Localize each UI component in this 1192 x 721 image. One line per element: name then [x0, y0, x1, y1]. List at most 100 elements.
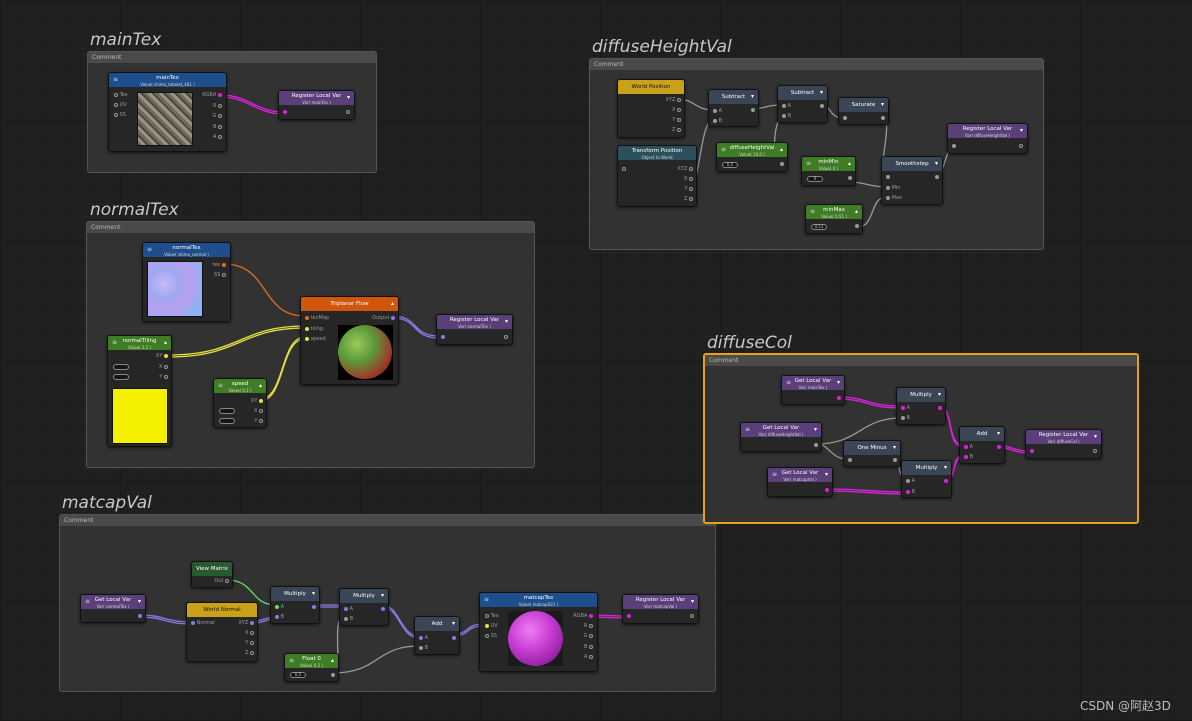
- node-saturate[interactable]: Saturate ▾: [838, 97, 889, 125]
- value-field[interactable]: 0,51: [811, 224, 827, 230]
- port-pin-icon[interactable]: [485, 633, 489, 638]
- input-port-max[interactable]: Max: [886, 195, 902, 201]
- port-pin-icon[interactable]: [1093, 448, 1097, 453]
- output-port[interactable]: [452, 635, 456, 641]
- port-pin-icon[interactable]: [164, 364, 168, 369]
- node-header[interactable]: ≡ Get Local Var Var( matcapVal ) ▾: [768, 468, 832, 482]
- node-header[interactable]: ≡ minMin Value( 0 ) ▴: [802, 157, 855, 171]
- dropdown-arrow-icon[interactable]: ▾: [452, 620, 455, 628]
- node-header[interactable]: ≡ Get Local Var Var( normalTex ) ▾: [81, 595, 145, 609]
- output-port-y[interactable]: Y: [684, 186, 693, 192]
- port-pin-icon[interactable]: [259, 408, 263, 413]
- output-port[interactable]: [1019, 143, 1023, 149]
- input-port-ss[interactable]: SS: [114, 112, 126, 118]
- dropdown-arrow-icon[interactable]: ▾: [138, 598, 141, 606]
- input-port-min[interactable]: Min: [886, 185, 900, 191]
- port-pin-icon[interactable]: [893, 457, 897, 462]
- node-header[interactable]: Subtract ▾: [709, 90, 758, 104]
- port-pin-icon[interactable]: [344, 616, 348, 621]
- dropdown-arrow-icon[interactable]: ▾: [820, 89, 823, 97]
- output-port-x[interactable]: X: [159, 364, 168, 370]
- port-pin-icon[interactable]: [419, 635, 423, 640]
- output-port[interactable]: [837, 395, 841, 401]
- input-port-a[interactable]: A: [964, 444, 973, 450]
- port-pin-icon[interactable]: [713, 118, 717, 123]
- port-pin-icon[interactable]: [441, 334, 445, 339]
- port-pin-icon[interactable]: [312, 604, 316, 609]
- port-pin-icon[interactable]: [677, 97, 681, 102]
- node-add-diffusecol[interactable]: Add ▾ A B: [959, 426, 1005, 464]
- output-port-b[interactable]: B: [584, 644, 593, 650]
- port-pin-icon[interactable]: [689, 196, 693, 201]
- output-port[interactable]: [825, 487, 829, 493]
- output-port[interactable]: [504, 334, 508, 340]
- output-port-xyz[interactable]: XYZ: [678, 166, 693, 172]
- port-pin-icon[interactable]: [780, 161, 784, 166]
- port-pin-icon[interactable]: [677, 117, 681, 122]
- value-field-x[interactable]: [219, 408, 235, 414]
- output-port-rgba[interactable]: RGBA: [202, 92, 222, 98]
- port-pin-icon[interactable]: [886, 185, 890, 190]
- collapse-arrow-icon[interactable]: ▴: [331, 657, 334, 665]
- input-port-uv[interactable]: UV: [114, 102, 127, 108]
- node-header[interactable]: Multiply ▾: [340, 589, 388, 603]
- input-port-b[interactable]: B: [964, 454, 973, 460]
- output-port-a[interactable]: A: [584, 654, 593, 660]
- output-port-g[interactable]: G: [213, 113, 222, 119]
- port-pin-icon[interactable]: [222, 272, 226, 277]
- output-port[interactable]: [938, 405, 942, 411]
- port-pin-icon[interactable]: [689, 166, 693, 171]
- node-subtract-2[interactable]: Subtract ▾ A B: [777, 85, 828, 123]
- port-pin-icon[interactable]: [218, 134, 222, 139]
- dropdown-arrow-icon[interactable]: ▾: [505, 318, 508, 326]
- port-pin-icon[interactable]: [944, 478, 948, 483]
- menu-icon[interactable]: ≡: [745, 427, 750, 433]
- dropdown-arrow-icon[interactable]: ▾: [312, 590, 315, 598]
- node-header[interactable]: Register Local Var Var( diffuseHeightVal …: [948, 124, 1027, 138]
- input-port-a[interactable]: A: [275, 604, 284, 610]
- menu-icon[interactable]: ≡: [85, 599, 90, 605]
- menu-icon[interactable]: ≡: [772, 472, 777, 478]
- node-header[interactable]: ≡ speed Value( 0,1 ) ▴: [214, 379, 266, 393]
- node-header[interactable]: ≡ diffuseHeightVal Value( 10,0 ) ▴: [717, 143, 787, 157]
- node-header[interactable]: ≡ Float 0 Value( 0,5 ) ▴: [285, 654, 338, 668]
- value-field-y[interactable]: [113, 374, 129, 380]
- port-pin-icon[interactable]: [855, 223, 859, 228]
- output-port-y[interactable]: Y: [245, 640, 254, 646]
- output-port[interactable]: [312, 604, 316, 610]
- node-header[interactable]: Add ▾: [415, 617, 459, 631]
- dropdown-arrow-icon[interactable]: ▾: [751, 93, 754, 101]
- input-port-uv[interactable]: UV: [485, 623, 498, 629]
- port-pin-icon[interactable]: [275, 614, 279, 619]
- port-pin-icon[interactable]: [259, 398, 263, 403]
- dropdown-arrow-icon[interactable]: ▾: [837, 379, 840, 387]
- dropdown-arrow-icon[interactable]: ▾: [997, 430, 1000, 438]
- port-pin-icon[interactable]: [589, 654, 593, 659]
- port-pin-icon[interactable]: [837, 395, 841, 400]
- output-port[interactable]: [820, 103, 824, 109]
- node-header[interactable]: Register Local Var Var( diffuseCol ) ▾: [1026, 430, 1101, 444]
- input-port-ss[interactable]: SS: [485, 633, 497, 639]
- port-pin-icon[interactable]: [906, 489, 910, 494]
- value-field[interactable]: 0: [807, 176, 823, 182]
- output-port-xyz[interactable]: XYZ: [666, 97, 681, 103]
- port-pin-icon[interactable]: [250, 630, 254, 635]
- port-pin-icon[interactable]: [814, 442, 818, 447]
- port-pin-icon[interactable]: [485, 613, 489, 618]
- port-pin-icon[interactable]: [191, 620, 195, 625]
- output-port[interactable]: [944, 478, 948, 484]
- input-port[interactable]: [843, 115, 847, 121]
- port-pin-icon[interactable]: [589, 623, 593, 628]
- value-field[interactable]: 0,5: [722, 162, 738, 168]
- input-port-a[interactable]: A: [782, 103, 791, 109]
- port-pin-icon[interactable]: [820, 103, 824, 108]
- input-port-normal[interactable]: Normal: [191, 620, 215, 626]
- dropdown-arrow-icon[interactable]: ▾: [825, 471, 828, 479]
- value-field-x[interactable]: [113, 364, 129, 370]
- node-matcaptex-sampler[interactable]: ≡ matcapTex Value( matcap021 ) Tex UV SS R…: [479, 592, 598, 672]
- node-world-position[interactable]: World Position XYZ X Y Z: [617, 79, 685, 138]
- output-port-r[interactable]: R: [213, 103, 222, 109]
- port-pin-icon[interactable]: [138, 613, 142, 618]
- port-pin-icon[interactable]: [305, 326, 309, 331]
- port-pin-icon[interactable]: [886, 174, 890, 179]
